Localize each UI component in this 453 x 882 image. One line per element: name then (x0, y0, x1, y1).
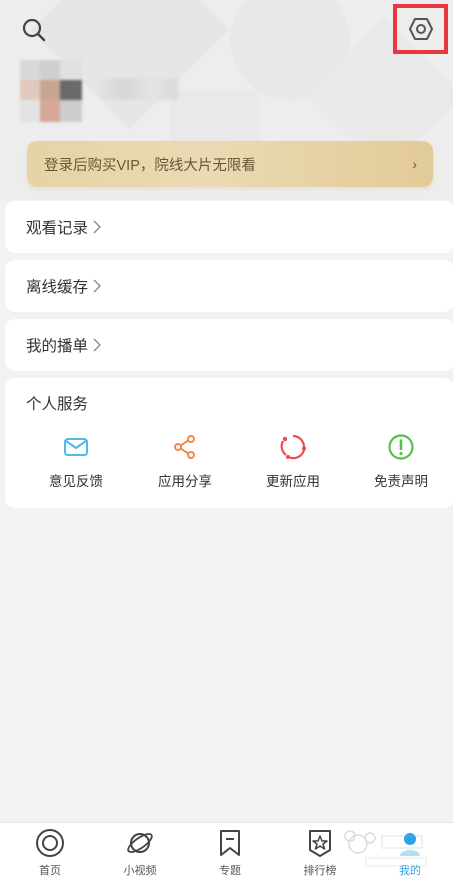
alert-icon (387, 433, 415, 461)
avatar[interactable] (20, 60, 82, 122)
chevron-right-icon (92, 279, 102, 293)
share-icon (171, 433, 199, 461)
service-disclaimer[interactable]: 免责声明 (351, 433, 451, 490)
mail-icon (62, 433, 90, 461)
settings-hexagon-icon (408, 18, 433, 40)
tab-mine[interactable]: 我的 (375, 827, 445, 878)
home-icon (34, 827, 66, 859)
search-button[interactable] (18, 14, 50, 46)
chevron-right-icon: › (412, 156, 417, 172)
bookmark-icon (214, 827, 246, 859)
services-title: 个人服务 (26, 396, 89, 413)
service-label: 更新应用 (266, 474, 320, 489)
tab-short-video[interactable]: 小视频 (105, 827, 175, 878)
service-label: 意见反馈 (49, 474, 103, 489)
tab-topics[interactable]: 专题 (195, 827, 265, 878)
refresh-icon (279, 433, 307, 461)
tab-rankings[interactable]: 排行榜 (285, 827, 355, 878)
tab-label: 排行榜 (303, 865, 337, 877)
service-label: 免责声明 (374, 474, 428, 489)
tab-label: 首页 (39, 865, 61, 877)
menu-item-my-playlist[interactable]: 我的播单 (5, 319, 453, 371)
service-label: 应用分享 (158, 474, 212, 489)
vip-promo-banner[interactable]: 登录后购买VIP，院线大片无限看 › (27, 141, 433, 187)
tab-home[interactable]: 首页 (15, 827, 85, 878)
username-blurred (100, 78, 178, 100)
tab-label: 小视频 (123, 865, 157, 877)
menu-item-label: 观看记录 (26, 220, 89, 237)
chevron-right-icon (92, 338, 102, 352)
tab-label: 我的 (399, 865, 421, 877)
service-update[interactable]: 更新应用 (243, 433, 343, 490)
planet-icon (124, 827, 156, 859)
bottom-tab-bar: 首页 小视频 专题 排行榜 我的 (0, 822, 453, 882)
settings-button[interactable] (393, 4, 448, 54)
tab-label: 专题 (219, 865, 241, 877)
menu-item-offline-cache[interactable]: 离线缓存 (5, 260, 453, 312)
service-share[interactable]: 应用分享 (135, 433, 235, 490)
menu-item-history[interactable]: 观看记录 (5, 201, 453, 253)
menu-item-label: 离线缓存 (26, 279, 89, 296)
profile-icon (394, 827, 426, 859)
menu-item-label: 我的播单 (26, 338, 89, 355)
chevron-right-icon (92, 220, 102, 234)
personal-services-card: 个人服务 意见反馈 应用分享 更新应用 免责声明 (5, 378, 453, 508)
vip-banner-text: 登录后购买VIP，院线大片无限看 (44, 157, 256, 174)
search-icon (22, 18, 46, 42)
service-feedback[interactable]: 意见反馈 (26, 433, 126, 490)
rank-star-icon (304, 827, 336, 859)
